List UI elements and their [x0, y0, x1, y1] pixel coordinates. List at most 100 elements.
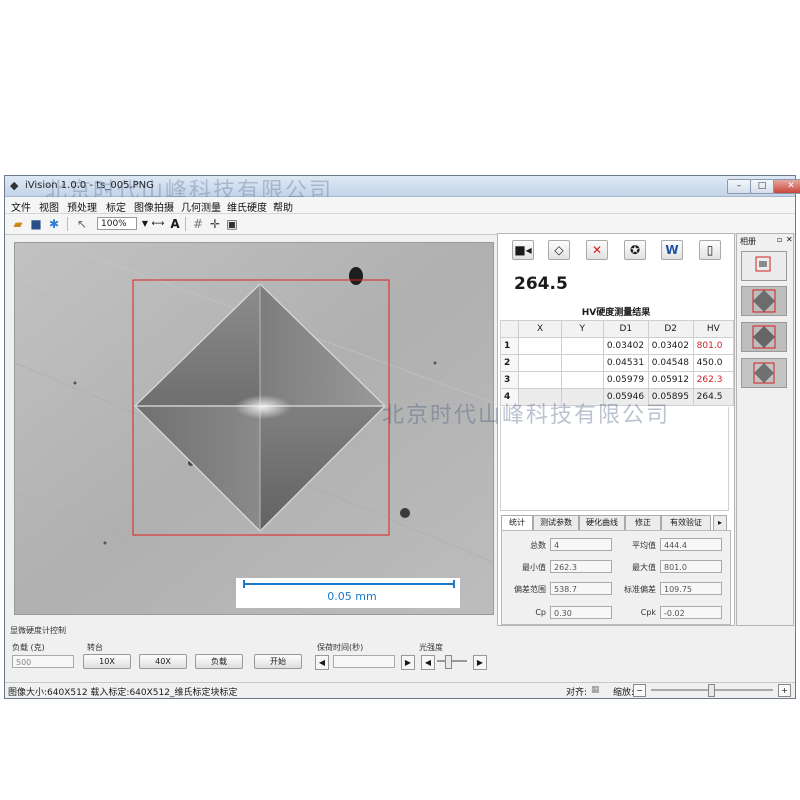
stats-tabs: 统计 测试参数 硬化曲线 修正 有效验证 ▸: [501, 515, 733, 531]
load-field[interactable]: 500: [12, 655, 74, 668]
menu-view[interactable]: 视图: [39, 199, 59, 214]
save-icon[interactable]: ■: [29, 217, 43, 231]
col-header: [499, 320, 520, 338]
grid-icon[interactable]: #: [191, 217, 205, 231]
album-thumbnail[interactable]: [741, 251, 787, 281]
light-slider-track[interactable]: [437, 660, 467, 662]
tab-correction[interactable]: 修正: [625, 515, 661, 530]
toolbar-separator: [67, 217, 68, 231]
app-icon: ◆: [10, 179, 19, 192]
debris-spot: [400, 508, 410, 518]
delete-icon[interactable]: ✕: [586, 240, 608, 260]
cp-field: 0.30: [550, 606, 612, 619]
cpk-label: Cpk: [640, 608, 656, 617]
cp-label: Cp: [535, 608, 546, 617]
zoom-slider-thumb[interactable]: [708, 684, 715, 697]
control-section-title: 显微硬度计控制: [10, 626, 66, 635]
chevron-down-icon[interactable]: ▼: [138, 217, 152, 231]
hardness-control-panel: 显微硬度计控制 负载 (克) 500 转台 10X 40X 负载 开始 保荷时间…: [5, 625, 495, 681]
load-label: 负载 (克): [12, 643, 45, 652]
cpk-field: -0.02: [660, 606, 722, 619]
close-button[interactable]: ✕: [773, 179, 800, 194]
zoom-out-icon[interactable]: −: [633, 684, 646, 697]
range-label: 偏差范围: [514, 585, 546, 594]
open-folder-icon[interactable]: ▰: [11, 217, 25, 231]
objective-40x-button[interactable]: 40X: [139, 654, 187, 669]
menu-help[interactable]: 帮助: [273, 199, 293, 214]
crosshair-icon[interactable]: ✛: [208, 217, 222, 231]
menu-preprocess[interactable]: 预处理: [67, 199, 97, 214]
hold-decrease-icon[interactable]: ◀: [315, 655, 329, 670]
mean-label: 平均值: [632, 541, 656, 550]
light-intensity-label: 光强度: [419, 643, 443, 652]
load-button[interactable]: 负载: [195, 654, 243, 669]
tab-test-params[interactable]: 测试参数: [533, 515, 579, 530]
measure-line-icon[interactable]: ⟷: [151, 217, 165, 231]
zoom-select[interactable]: 100%: [97, 217, 137, 230]
range-field: 538.7: [550, 582, 612, 595]
menu-geometry[interactable]: 几何测量: [181, 199, 221, 214]
diamond-measure-icon[interactable]: ◇: [548, 240, 570, 260]
menu-calibrate[interactable]: 标定: [106, 199, 126, 214]
min-field: 262.3: [550, 560, 612, 573]
max-field: 801.0: [660, 560, 722, 573]
objective-10x-button[interactable]: 10X: [83, 654, 131, 669]
std-label: 标准偏差: [624, 585, 656, 594]
max-label: 最大值: [632, 563, 656, 572]
text-tool-icon[interactable]: A: [168, 217, 182, 231]
table-row[interactable]: 1 0.03402 0.03402 801.0: [499, 337, 735, 355]
maximize-button[interactable]: □: [750, 179, 774, 194]
scale-bar: 0.05 mm: [236, 578, 460, 608]
album-thumbnail[interactable]: [741, 286, 787, 316]
close-icon[interactable]: ✕: [786, 235, 793, 244]
new-document-icon[interactable]: ▯: [699, 240, 721, 260]
col-header: D1: [602, 320, 649, 338]
menu-capture[interactable]: 图像拍摄: [134, 199, 174, 214]
album-title: 相册: [740, 237, 756, 246]
light-increase-icon[interactable]: ▶: [473, 655, 487, 670]
auto-measure-icon[interactable]: ✪: [624, 240, 646, 260]
results-table: X Y D1 D2 HV 1 0.03402 0.03402 801.0 2 0…: [499, 320, 735, 406]
zoom-in-icon[interactable]: +: [778, 684, 791, 697]
light-decrease-icon[interactable]: ◀: [421, 655, 435, 670]
hold-time-label: 保荷时间(秒): [317, 643, 364, 652]
min-label: 最小值: [522, 563, 546, 572]
table-row[interactable]: 3 0.05979 0.05912 262.3: [499, 371, 735, 389]
indentation-image[interactable]: [15, 243, 494, 615]
start-button[interactable]: 开始: [254, 654, 302, 669]
status-bar: 图像大小:640X512 载入标定:640X512_维氏标定块标定 对齐: ▦ …: [5, 682, 795, 698]
album-thumbnail[interactable]: [741, 358, 787, 388]
statistics-area: 总数 4 平均值 444.4 最小值 262.3 最大值 801.0 偏差范围 …: [501, 530, 731, 625]
light-slider-thumb[interactable]: [445, 655, 452, 669]
tab-statistics[interactable]: 统计: [501, 515, 533, 531]
pointer-icon[interactable]: ↖: [75, 217, 89, 231]
menu-file[interactable]: 文件: [11, 199, 31, 214]
minimize-button[interactable]: –: [727, 179, 751, 194]
results-table-title: HV硬度测量结果: [581, 308, 651, 318]
col-header: D2: [647, 320, 694, 338]
watermark-overlay: 北京时代山峰科技有限公司: [382, 403, 671, 428]
video-camera-icon[interactable]: ■◂: [512, 240, 534, 260]
results-panel: ■◂ ◇ ✕ ✪ W ▯ 264.5 HV硬度测量结果 X Y D1 D2 HV…: [497, 233, 735, 626]
toolbar: ▰ ■ ✱ ↖ 100% ▼ ⟷ A # ✛ ▣: [5, 214, 795, 235]
std-field: 109.75: [660, 582, 722, 595]
menu-vickers[interactable]: 维氏硬度: [227, 199, 267, 214]
menu-bar: 文件 视图 预处理 标定 图像拍摄 几何测量 维氏硬度 帮助: [5, 197, 795, 214]
hold-time-field[interactable]: [333, 655, 395, 668]
col-header: HV: [692, 320, 735, 338]
album-thumbnail[interactable]: [741, 322, 787, 352]
tab-hardening-curve[interactable]: 硬化曲线: [579, 515, 625, 530]
settings-gear-icon[interactable]: ✱: [47, 217, 61, 231]
title-bar[interactable]: ◆ iVision 1.0.0 - ts_005.PNG 北京时代山峰科技有限公…: [5, 176, 795, 204]
hold-increase-icon[interactable]: ▶: [401, 655, 415, 670]
word-export-icon[interactable]: W: [661, 240, 683, 260]
scale-bar-label: 0.05 mm: [327, 590, 377, 603]
align-grid-icon[interactable]: ▦: [591, 685, 600, 695]
status-text: 图像大小:640X512 载入标定:640X512_维氏标定块标定: [8, 688, 238, 698]
pin-icon[interactable]: ▫: [777, 235, 782, 244]
table-row[interactable]: 2 0.04531 0.04548 450.0: [499, 354, 735, 372]
col-header: X: [518, 320, 562, 338]
tab-scroll-right-icon[interactable]: ▸: [713, 515, 727, 530]
camera-icon[interactable]: ▣: [225, 217, 239, 231]
tab-validity-check[interactable]: 有效验证: [661, 515, 711, 530]
